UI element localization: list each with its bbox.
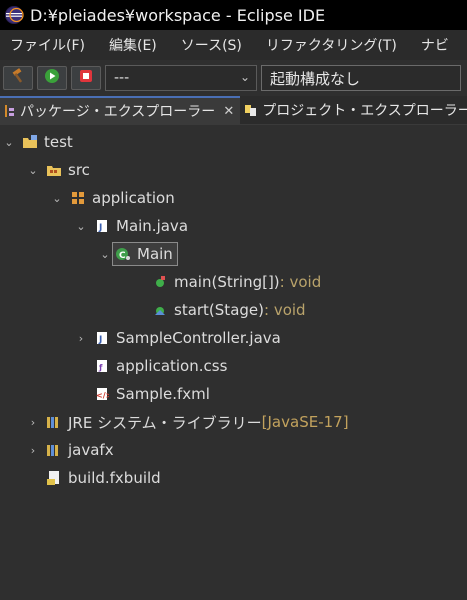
method-start-return: : void xyxy=(264,301,306,319)
close-icon[interactable]: ✕ xyxy=(223,104,234,119)
src-label: src xyxy=(68,161,90,179)
tab-package-explorer[interactable]: パッケージ・エクスプローラー ✕ xyxy=(0,96,241,124)
svg-text:J: J xyxy=(98,335,102,345)
java-file-icon: J xyxy=(94,218,110,234)
tree-item-main-java[interactable]: ⌄ J Main.java xyxy=(74,213,188,239)
tree-item-build-fxbuild[interactable]: build.fxbuild xyxy=(40,465,161,491)
method-start-label: start(Stage) xyxy=(174,301,264,319)
tree-item-sample-fxml[interactable]: </> Sample.fxml xyxy=(88,381,210,407)
launch-toolbar: --- ⌄ 起動構成なし xyxy=(0,60,467,96)
svg-text:</>: </> xyxy=(96,391,109,400)
title-bar: D:¥pleiades¥workspace - Eclipse IDE xyxy=(0,0,467,30)
tree-item-package[interactable]: ⌄ application xyxy=(50,185,175,211)
css-file-icon: ƒ xyxy=(94,358,110,374)
view-tab-bar: パッケージ・エクスプローラー ✕ プロジェクト・エクスプローラー xyxy=(0,96,467,125)
tree-item-jre[interactable]: › JRE システム・ライブラリー [JavaSE-17] xyxy=(26,409,349,435)
menu-edit[interactable]: 編集(E) xyxy=(99,35,171,55)
chevron-down-icon[interactable]: ⌄ xyxy=(2,136,16,149)
menu-bar: ファイル(F) 編集(E) ソース(S) リファクタリング(T) ナビ xyxy=(0,30,467,60)
fxml-file-icon: </> xyxy=(94,386,110,402)
override-method-icon xyxy=(152,302,168,318)
tree-item-application-css[interactable]: ƒ application.css xyxy=(88,353,227,379)
svg-text:C: C xyxy=(119,251,126,261)
launch-mode-select[interactable]: --- ⌄ xyxy=(105,65,257,91)
chevron-down-icon[interactable]: ⌄ xyxy=(74,220,88,233)
eclipse-logo-icon xyxy=(4,5,24,25)
menu-navigate[interactable]: ナビ xyxy=(411,35,463,55)
chevron-down-icon: ⌄ xyxy=(239,70,250,84)
method-main-label: main(String[]) xyxy=(174,273,280,291)
selected-item-box: C Main xyxy=(112,242,178,266)
build-button[interactable] xyxy=(3,66,33,90)
chevron-down-icon[interactable]: ⌄ xyxy=(26,164,40,177)
tab-project-explorer-label: プロジェクト・エクスプローラー xyxy=(262,103,467,119)
tree-item-main-class[interactable]: ⌄ C Main xyxy=(98,241,178,267)
build-fxbuild-label: build.fxbuild xyxy=(68,469,161,487)
project-folder-icon xyxy=(22,134,38,150)
tab-project-explorer[interactable]: プロジェクト・エクスプローラー xyxy=(240,96,467,124)
library-icon xyxy=(46,414,62,430)
project-label: test xyxy=(44,133,73,151)
jre-label: JRE システム・ライブラリー xyxy=(68,413,262,432)
sample-fxml-label: Sample.fxml xyxy=(116,385,210,403)
application-css-label: application.css xyxy=(116,357,228,375)
tab-package-explorer-label: パッケージ・エクスプローラー xyxy=(20,104,216,120)
source-folder-icon xyxy=(46,162,62,178)
java-file-icon: J xyxy=(94,330,110,346)
jre-version: [JavaSE-17] xyxy=(261,413,349,431)
tree-item-method-start[interactable]: start(Stage) : void xyxy=(146,297,306,323)
library-icon xyxy=(46,442,62,458)
tree-item-javafx[interactable]: › javafx xyxy=(26,437,114,463)
fxbuild-file-icon xyxy=(46,470,62,486)
menu-file[interactable]: ファイル(F) xyxy=(0,35,99,55)
launch-config-select[interactable]: 起動構成なし xyxy=(261,65,461,91)
svg-text:J: J xyxy=(98,223,102,233)
package-icon xyxy=(70,190,86,206)
menu-refactor[interactable]: リファクタリング(T) xyxy=(256,35,411,55)
tree-item-sample-controller[interactable]: › J SampleController.java xyxy=(74,325,281,351)
chevron-right-icon[interactable]: › xyxy=(26,416,40,429)
launch-mode-value: --- xyxy=(114,70,130,86)
sample-controller-label: SampleController.java xyxy=(116,329,281,347)
chevron-right-icon[interactable]: › xyxy=(74,332,88,345)
tree-item-src[interactable]: ⌄ src xyxy=(26,157,90,183)
javafx-label: javafx xyxy=(68,441,114,459)
launch-config-value: 起動構成なし xyxy=(270,69,361,88)
main-java-label: Main.java xyxy=(116,217,189,235)
stop-button[interactable] xyxy=(71,66,101,90)
class-icon: C xyxy=(115,246,131,262)
chevron-right-icon[interactable]: › xyxy=(26,444,40,457)
chevron-down-icon[interactable]: ⌄ xyxy=(50,192,64,205)
static-method-icon xyxy=(152,274,168,290)
svg-text:ƒ: ƒ xyxy=(98,363,103,372)
package-label: application xyxy=(92,189,175,207)
stop-icon xyxy=(78,68,94,88)
menu-source[interactable]: ソース(S) xyxy=(171,35,256,55)
method-main-return: : void xyxy=(279,273,322,291)
main-class-label: Main xyxy=(137,245,173,263)
tree-item-project[interactable]: ⌄ test xyxy=(2,129,73,155)
hammer-icon xyxy=(10,68,26,88)
run-icon xyxy=(44,68,60,88)
project-explorer-icon xyxy=(244,103,258,117)
run-button[interactable] xyxy=(37,66,67,90)
tree-item-method-main[interactable]: main(String[]) : void xyxy=(146,269,321,295)
package-explorer-icon xyxy=(4,104,16,118)
window-title: D:¥pleiades¥workspace - Eclipse IDE xyxy=(30,5,326,25)
chevron-down-icon[interactable]: ⌄ xyxy=(98,248,112,261)
